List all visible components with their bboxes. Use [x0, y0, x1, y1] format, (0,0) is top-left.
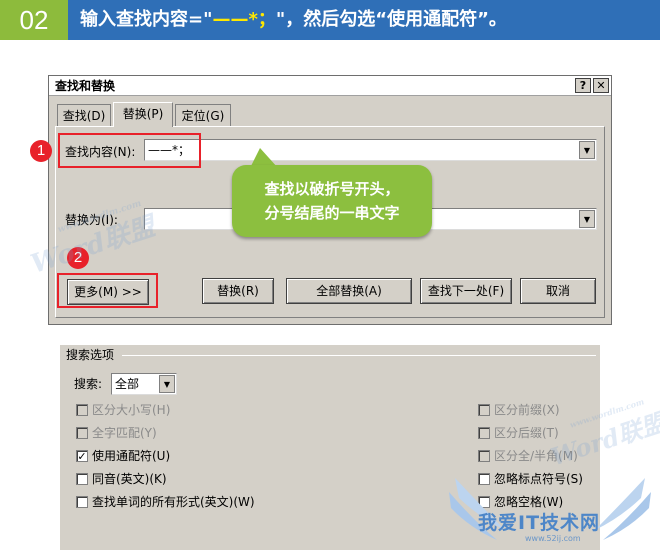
- replace-all-button[interactable]: 全部替换(A): [286, 278, 412, 304]
- checkbox-use-wildcards[interactable]: ✓: [76, 450, 88, 462]
- tab-goto[interactable]: 定位(G): [175, 104, 231, 126]
- option-match-prefix-label: 区分前缀(X): [494, 403, 560, 417]
- search-options-divider: [122, 355, 596, 356]
- search-direction-arrow[interactable]: ▼: [159, 375, 175, 393]
- search-direction-label: 搜索:: [74, 377, 103, 391]
- checkbox-match-width: [478, 450, 490, 462]
- badge-step-1: 1: [30, 140, 52, 162]
- dialog-title: 查找和替换: [55, 79, 116, 93]
- find-dropdown-arrow[interactable]: ▼: [579, 141, 595, 159]
- close-button[interactable]: ✕: [593, 78, 609, 93]
- option-sounds-like-label[interactable]: 同音(英文)(K): [92, 471, 167, 487]
- option-whole-word-label: 全字匹配(Y): [92, 426, 157, 440]
- tab-find[interactable]: 查找(D): [57, 104, 111, 126]
- checkbox-match-case: [76, 404, 88, 416]
- tab-replace[interactable]: 替换(P): [113, 102, 173, 127]
- find-input[interactable]: ——*；: [144, 139, 597, 161]
- replace-button[interactable]: 替换(R): [202, 278, 274, 304]
- instruction-prefix: 输入查找内容=": [80, 9, 213, 30]
- site-logo-url: www.52ij.com: [525, 534, 581, 543]
- checkbox-match-prefix: [478, 404, 490, 416]
- checkbox-all-word-forms[interactable]: [76, 496, 88, 508]
- checkbox-match-suffix: [478, 427, 490, 439]
- dialog-titlebar: 查找和替换 ? ✕: [49, 76, 611, 96]
- replace-dropdown-arrow[interactable]: ▼: [579, 210, 595, 228]
- callout-line-2: 分号结尾的一串文字: [264, 204, 400, 222]
- annotation-box-find: [58, 133, 201, 168]
- instruction-highlight: ——*；: [212, 9, 276, 30]
- search-options-title: 搜索选项: [66, 348, 115, 362]
- find-next-button[interactable]: 查找下一处(F): [420, 278, 512, 304]
- annotation-box-more: [57, 273, 158, 308]
- checkbox-sounds-like[interactable]: [76, 473, 88, 485]
- option-use-wildcards-label[interactable]: 使用通配符(U): [92, 448, 170, 464]
- cancel-button[interactable]: 取消: [520, 278, 596, 304]
- callout-bubble: 查找以破折号开头， 分号结尾的一串文字: [232, 165, 432, 237]
- site-logo-text: 我爱IT技术网: [478, 512, 601, 534]
- option-all-word-forms-label[interactable]: 查找单词的所有形式(英文)(W): [92, 494, 255, 510]
- instruction-suffix: "，然后勾选“使用通配符”。: [275, 9, 507, 30]
- step-number: 02: [0, 0, 68, 40]
- option-match-case-label: 区分大小写(H): [92, 403, 171, 417]
- callout-line-1: 查找以破折号开头，: [264, 180, 400, 198]
- checkbox-whole-word: [76, 427, 88, 439]
- instruction-banner: 输入查找内容="——*；"，然后勾选“使用通配符”。: [68, 0, 660, 40]
- help-button[interactable]: ?: [575, 78, 591, 93]
